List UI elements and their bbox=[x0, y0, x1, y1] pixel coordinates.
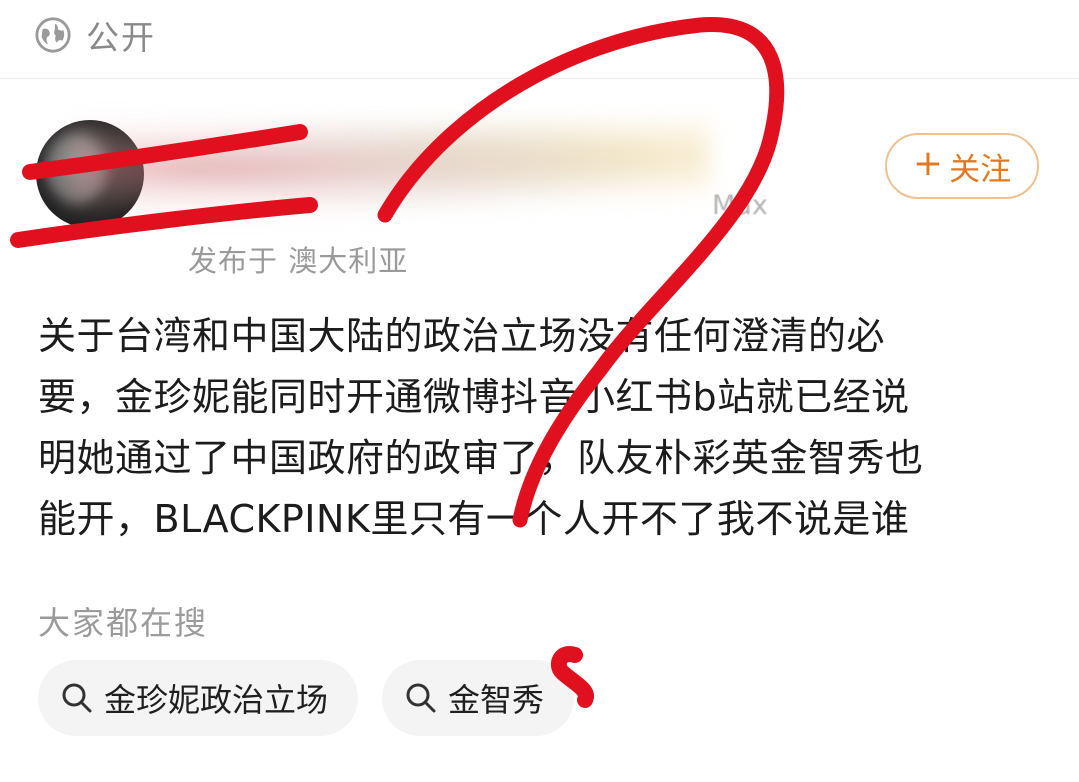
header-divider bbox=[0, 78, 1079, 79]
follow-button[interactable]: + 关注 bbox=[885, 133, 1039, 199]
post-line: 能开，BLACKPINK里只有一个人开不了我不说是谁 bbox=[38, 497, 910, 541]
post-location: 发布于 澳大利亚 bbox=[188, 244, 409, 278]
trending-chip[interactable]: 金珍妮政治立场 bbox=[38, 660, 359, 736]
post-line: 要，金珍妮能同时开通微博抖音小红书b站就已经说 bbox=[38, 375, 910, 419]
visibility-indicator[interactable]: 公开 bbox=[34, 12, 156, 58]
post-text: 关于台湾和中国大陆的政治立场没有任何澄清的必 要，金珍妮能同时开通微博抖音小红书… bbox=[38, 306, 1038, 550]
trending-chip-label: 金智秀 bbox=[448, 681, 545, 719]
globe-icon bbox=[35, 17, 71, 53]
device-label: Max bbox=[712, 190, 768, 221]
search-icon bbox=[62, 683, 92, 713]
post-line: 关于台湾和中国大陆的政治立场没有任何澄清的必 bbox=[38, 314, 886, 358]
search-icon bbox=[406, 683, 436, 713]
post-line: 明她通过了中国政府的政审了，队友朴彩英金智秀也 bbox=[38, 436, 924, 480]
redacted-username bbox=[70, 118, 710, 228]
visibility-label: 公开 bbox=[86, 18, 156, 57]
trending-chip[interactable]: 金智秀 bbox=[382, 660, 575, 736]
plus-icon: + bbox=[912, 143, 944, 184]
trending-chip-label: 金珍妮政治立场 bbox=[104, 681, 329, 719]
trending-chips: 金珍妮政治立场 金智秀 bbox=[38, 660, 575, 736]
follow-label: 关注 bbox=[949, 151, 1012, 188]
trending-title: 大家都在搜 bbox=[38, 604, 209, 642]
